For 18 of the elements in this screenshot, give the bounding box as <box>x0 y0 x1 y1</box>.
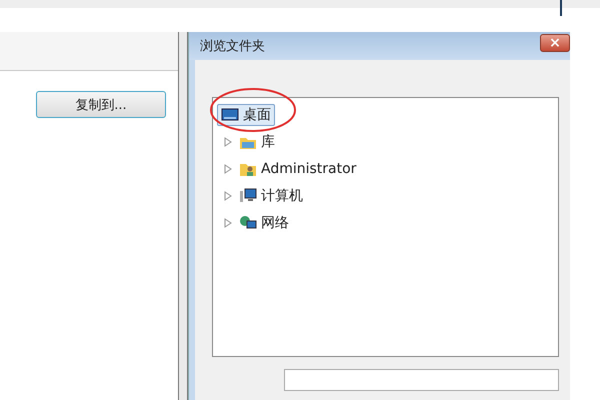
expand-arrow-icon[interactable] <box>223 137 233 147</box>
expand-arrow-icon[interactable] <box>223 191 233 201</box>
tree-item[interactable]: 计算机 <box>235 185 307 207</box>
network-icon <box>239 215 257 231</box>
divider-mark <box>560 0 562 16</box>
tree-item[interactable]: 库 <box>235 131 279 153</box>
monitor-icon <box>221 108 239 122</box>
tree-item[interactable]: 桌面 <box>217 104 275 126</box>
expand-arrow-icon[interactable] <box>223 164 233 174</box>
computer-icon <box>239 188 257 204</box>
expand-arrow-icon[interactable] <box>223 218 233 228</box>
folder-field[interactable] <box>284 369 559 391</box>
tree-item[interactable]: Administrator <box>235 159 360 179</box>
splitter[interactable] <box>178 32 188 400</box>
window-title: 浏览文件夹 <box>200 38 265 55</box>
copy-to-button[interactable]: 复制到... <box>36 91 166 118</box>
user-folder-icon <box>239 161 257 177</box>
tree-item[interactable]: 网络 <box>235 212 293 234</box>
